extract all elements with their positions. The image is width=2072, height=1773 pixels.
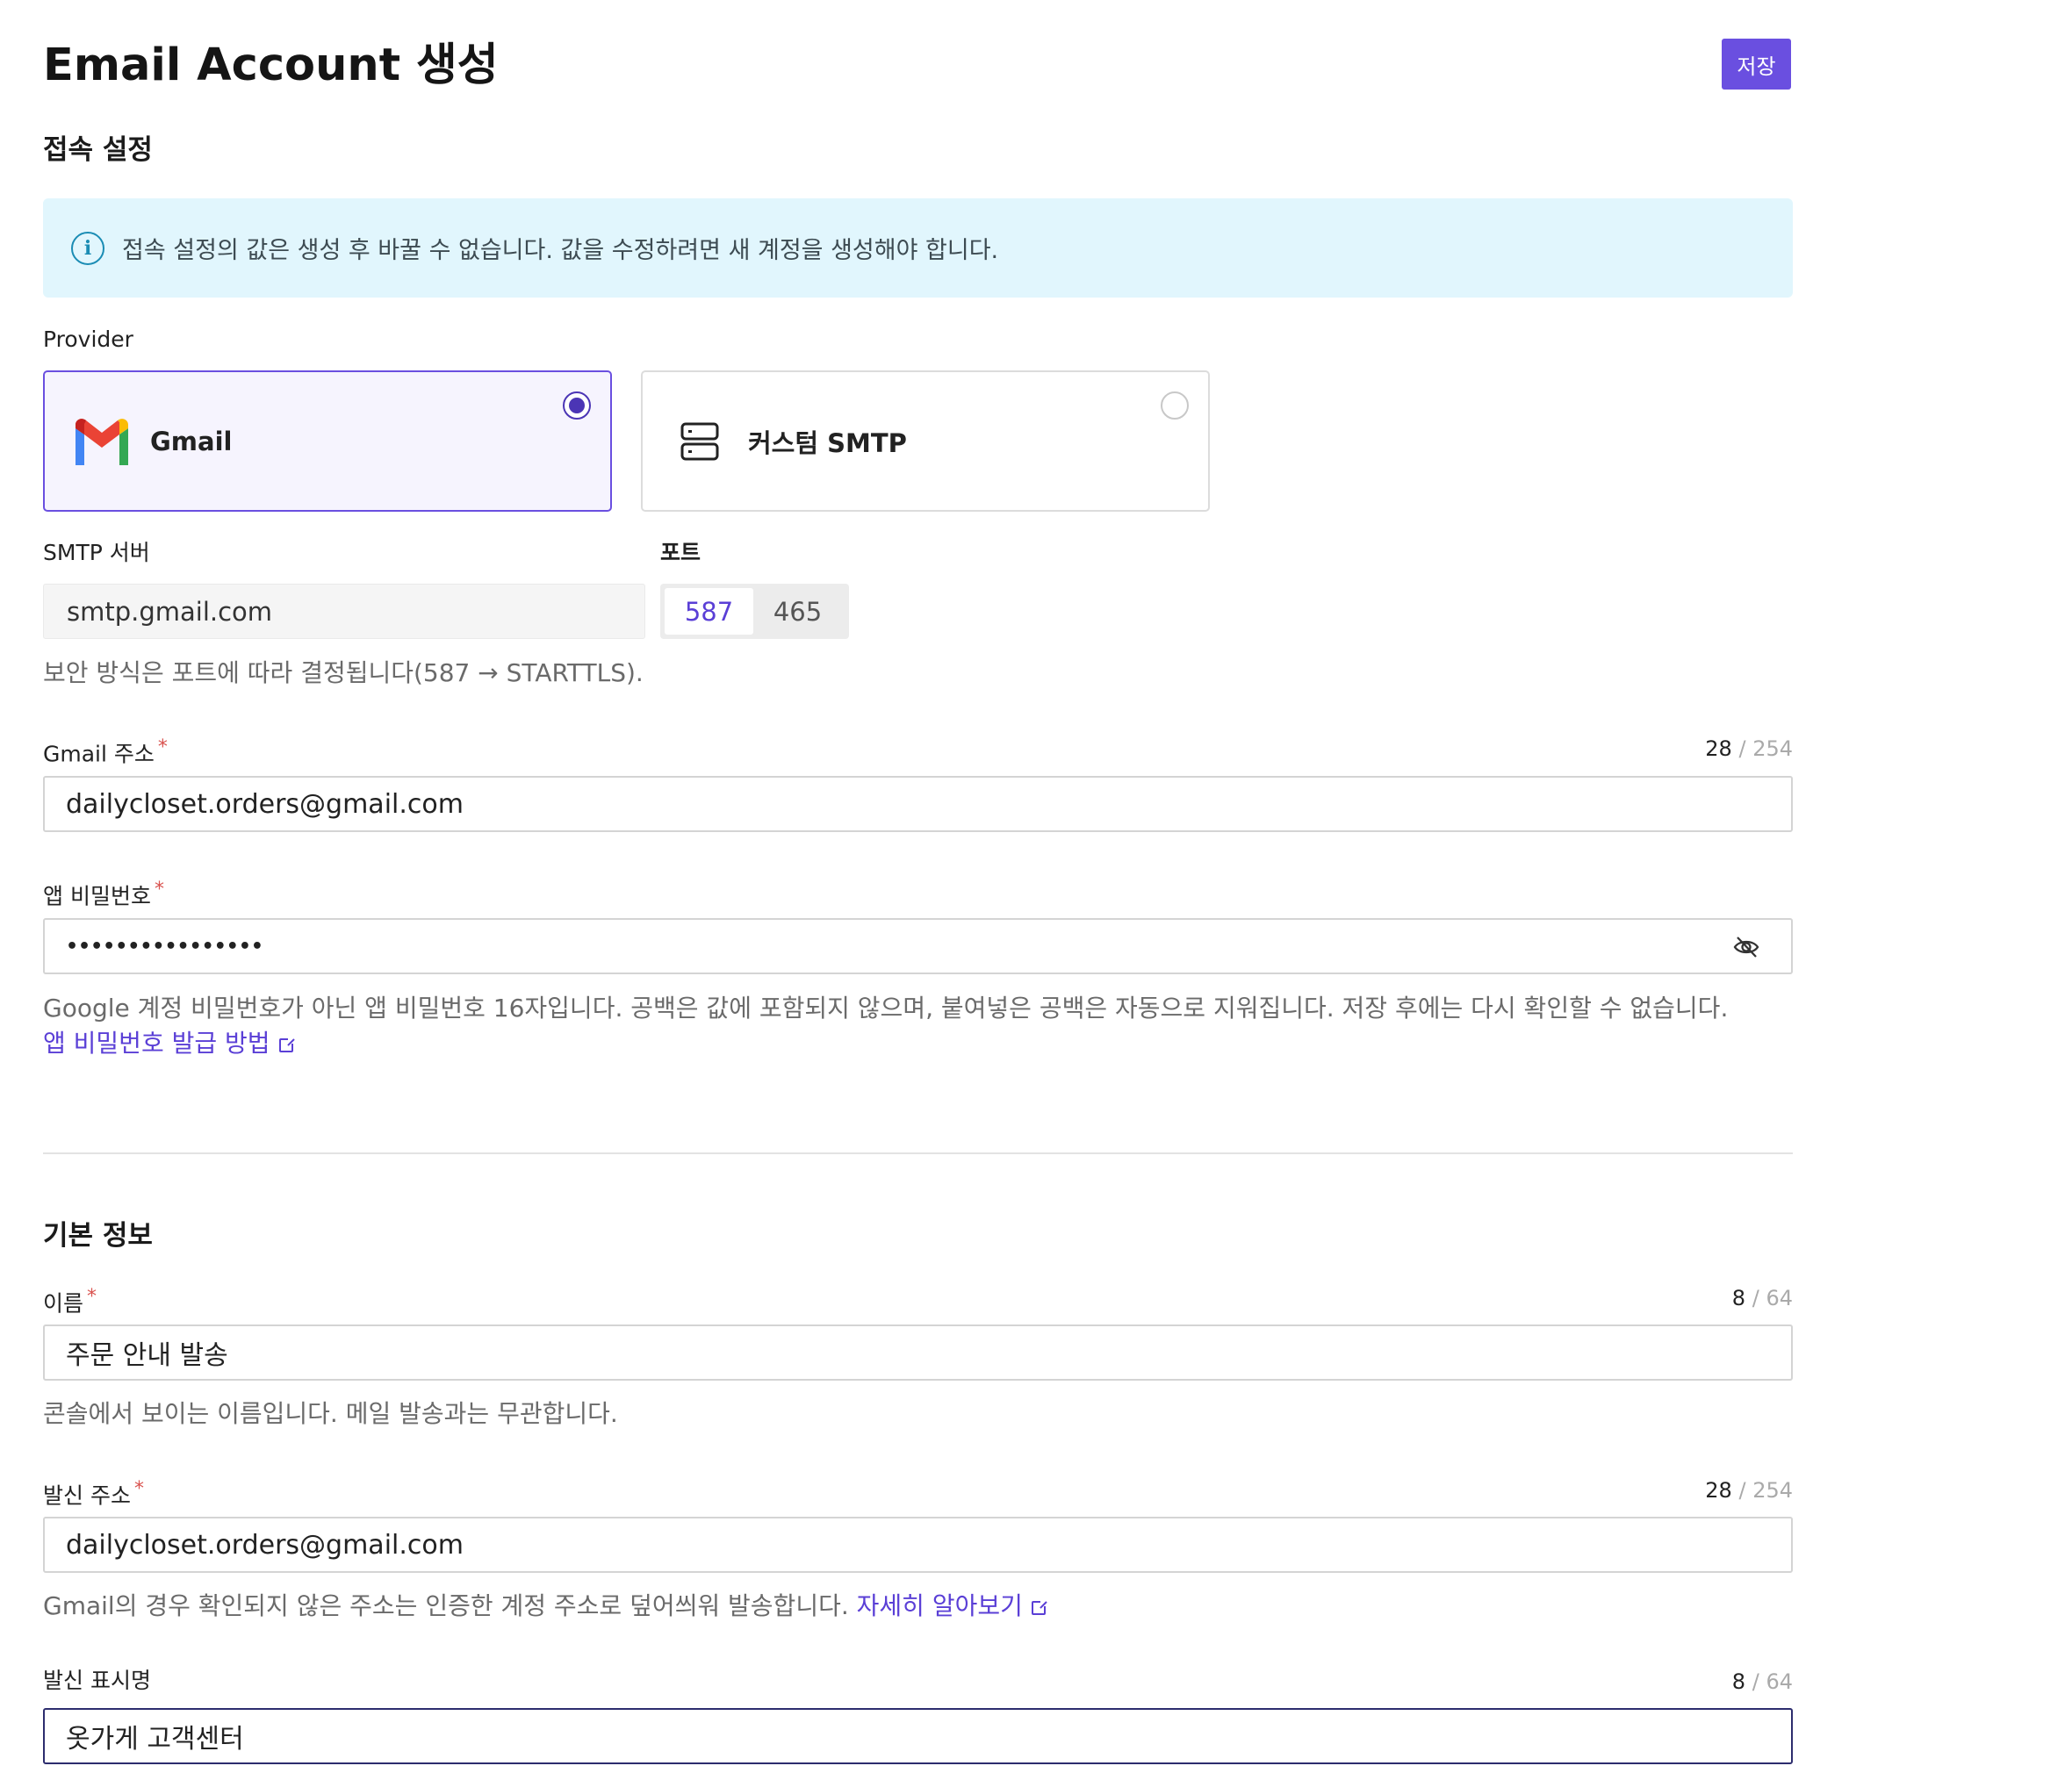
section-title-connection: 접속 설정 (43, 134, 153, 166)
gmail-address-counter: 28 / 254 (1705, 736, 1793, 761)
app-password-guide-link[interactable]: 앱 비밀번호 발급 방법 (43, 1026, 295, 1061)
sender-display-name-label: 발신 표시명 (43, 1668, 151, 1693)
notice-text: 접속 설정의 값은 생성 후 바꿀 수 없습니다. 값을 수정하려면 새 계정을… (122, 237, 999, 264)
provider-label: Provider (43, 327, 133, 352)
security-help-text: 보안 방식은 포트에 따라 결정됩니다(587 → STARTTLS). (43, 658, 644, 687)
gmail-logo-icon (71, 416, 133, 467)
app-password-label: 앱 비밀번호 * (43, 879, 164, 909)
provider-card-custom-smtp[interactable]: 커스텀 SMTP (641, 370, 1210, 512)
external-link-icon (1031, 1599, 1047, 1615)
name-help: 콘솔에서 보이는 이름입니다. 메일 발송과는 무관합니다. (43, 1399, 618, 1428)
required-mark: * (133, 1478, 144, 1500)
page-title: Email Account 생성 (43, 39, 499, 91)
gmail-address-input[interactable]: dailycloset.orders@gmail.com (43, 776, 1793, 832)
password-mask: •••••••••••••••• (66, 935, 263, 958)
gmail-address-label: Gmail 주소 * (43, 736, 168, 767)
provider-label-gmail: Gmail (150, 426, 233, 456)
radio-gmail[interactable] (563, 391, 591, 420)
port-selector[interactable]: 587 465 (660, 584, 849, 639)
info-notice: i 접속 설정의 값은 생성 후 바꿀 수 없습니다. 값을 수정하려면 새 계… (43, 198, 1793, 298)
server-icon (669, 416, 730, 467)
name-input[interactable]: 주문 안내 발송 (43, 1324, 1793, 1381)
app-password-help: Google 계정 비밀번호가 아닌 앱 비밀번호 16자입니다. 공백은 값에… (43, 994, 1729, 1023)
name-counter: 8 / 64 (1731, 1286, 1793, 1310)
name-label: 이름 * (43, 1286, 97, 1317)
smtp-server-label: SMTP 서버 (43, 540, 150, 565)
external-link-icon (278, 1037, 295, 1052)
radio-custom-smtp[interactable] (1161, 391, 1189, 420)
sender-display-name-counter: 8 / 64 (1731, 1669, 1793, 1694)
sender-address-label: 발신 주소 * (43, 1478, 144, 1509)
required-mark: * (87, 1286, 97, 1308)
sender-address-input[interactable]: dailycloset.orders@gmail.com (43, 1517, 1793, 1573)
smtp-server-field: smtp.gmail.com (43, 584, 645, 639)
port-option-465[interactable]: 465 (753, 588, 842, 635)
app-password-input[interactable]: •••••••••••••••• (43, 918, 1793, 974)
port-option-587[interactable]: 587 (665, 588, 753, 635)
section-title-basic: 기본 정보 (43, 1220, 153, 1252)
required-mark: * (154, 879, 164, 901)
required-mark: * (157, 736, 168, 758)
sender-address-counter: 28 / 254 (1705, 1478, 1793, 1503)
section-divider (43, 1152, 1793, 1154)
save-button[interactable]: 저장 (1722, 39, 1791, 90)
sender-display-name-input[interactable]: 옷가게 고객센터 (43, 1708, 1793, 1764)
info-icon: i (71, 231, 104, 265)
port-label: 포트 (660, 540, 701, 565)
learn-more-link[interactable]: 자세히 알아보기 (857, 1591, 1047, 1620)
eye-off-icon[interactable] (1733, 934, 1759, 960)
provider-label-custom-smtp: 커스텀 SMTP (748, 427, 907, 458)
provider-card-gmail[interactable]: Gmail (43, 370, 612, 512)
sender-address-help: Gmail의 경우 확인되지 않은 주소는 인증한 계정 주소로 덮어씌워 발송… (43, 1589, 1047, 1624)
